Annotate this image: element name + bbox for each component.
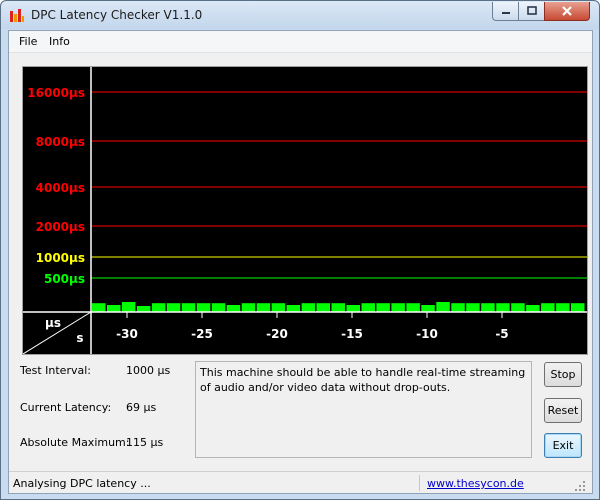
threshold-label: 1000µs	[36, 251, 85, 265]
corner-unit-s: s	[76, 331, 83, 345]
latency-bar	[256, 303, 271, 312]
latency-bar	[406, 303, 420, 312]
latency-bar	[481, 303, 495, 312]
latency-bar	[511, 303, 525, 312]
website-link[interactable]: www.thesycon.de	[427, 477, 524, 490]
corner-unit-us: µs	[45, 316, 61, 330]
latency-bar	[316, 303, 330, 312]
status-message-box: This machine should be able to handle re…	[195, 361, 532, 458]
latency-bar	[166, 303, 181, 312]
current-latency-label: Current Latency:	[20, 401, 112, 414]
latency-bar	[496, 303, 510, 312]
threshold-label: 4000µs	[36, 181, 85, 195]
latency-bar	[301, 303, 316, 312]
status-bar: Analysing DPC latency ... www.thesycon.d…	[9, 471, 592, 493]
latency-bar	[331, 303, 345, 312]
threshold-label: 16000µs	[27, 86, 85, 100]
close-button[interactable]	[544, 2, 590, 21]
latency-graph: 16000µs 8000µs 4000µs 2000µs 1000µs 500µs µs s -…	[22, 66, 588, 355]
x-tick-label: -5	[495, 327, 508, 341]
threshold-label: 500µs	[44, 272, 85, 286]
latency-bar	[421, 305, 435, 312]
latency-bar	[211, 303, 226, 312]
latency-bar	[92, 303, 106, 312]
latency-bar	[466, 303, 480, 312]
latency-bar	[526, 305, 540, 312]
latency-bar	[136, 306, 151, 312]
latency-bar	[151, 303, 166, 312]
threshold-label: 8000µs	[36, 135, 85, 149]
x-tick-label: -15	[341, 327, 363, 341]
window-title: DPC Latency Checker V1.1.0	[31, 8, 203, 22]
latency-bar	[107, 305, 121, 312]
x-tick-label: -25	[191, 327, 213, 341]
absolute-maximum-value: 115 µs	[126, 436, 164, 449]
latency-bar	[226, 305, 241, 312]
test-interval-label: Test Interval:	[20, 364, 91, 377]
latency-bar	[556, 303, 570, 312]
title-bar[interactable]: DPC Latency Checker V1.1.0	[1, 1, 599, 29]
menu-file[interactable]: File	[19, 35, 37, 48]
current-latency-value: 69 µs	[126, 401, 157, 414]
latency-bar	[241, 303, 256, 312]
menu-info[interactable]: Info	[49, 35, 70, 48]
x-tick-label: -10	[416, 327, 438, 341]
client-area: File Info 16000µs 8000µs 4000µs 2000µs 1000µ…	[8, 30, 593, 494]
app-icon	[10, 9, 24, 22]
minimize-icon	[501, 12, 510, 14]
x-tick-label: -20	[266, 327, 288, 341]
latency-bar	[271, 303, 286, 312]
latency-bar	[451, 303, 465, 312]
latency-bar	[391, 303, 405, 312]
status-divider	[419, 475, 420, 491]
exit-button[interactable]: Exit	[544, 433, 582, 458]
maximize-icon	[526, 6, 537, 15]
latency-bar	[346, 305, 360, 312]
close-icon	[562, 6, 572, 16]
latency-bar	[376, 303, 390, 312]
latency-bar	[196, 303, 211, 312]
latency-bar	[361, 303, 375, 312]
latency-graph-canvas: 16000µs 8000µs 4000µs 2000µs 1000µs 500µs µs s -…	[23, 67, 587, 354]
app-window: DPC Latency Checker V1.1.0 File Info 160…	[0, 0, 600, 500]
reset-button[interactable]: Reset	[544, 398, 582, 423]
latency-bar	[436, 302, 450, 312]
menu-bar: File Info	[9, 31, 592, 53]
stop-button[interactable]: Stop	[544, 362, 582, 387]
maximize-button[interactable]	[518, 2, 545, 21]
latency-bar	[541, 303, 555, 312]
minimize-button[interactable]	[492, 2, 519, 21]
absolute-maximum-label: Absolute Maximum:	[20, 436, 130, 449]
x-tick-label: -30	[116, 327, 138, 341]
status-text: Analysing DPC latency ...	[13, 477, 151, 490]
test-interval-value: 1000 µs	[126, 364, 171, 377]
threshold-label: 2000µs	[36, 220, 85, 234]
latency-bar	[571, 303, 585, 312]
latency-bar	[286, 305, 301, 312]
resize-grip-icon[interactable]	[574, 480, 586, 492]
latency-bar	[121, 302, 136, 312]
latency-bar	[181, 303, 196, 312]
